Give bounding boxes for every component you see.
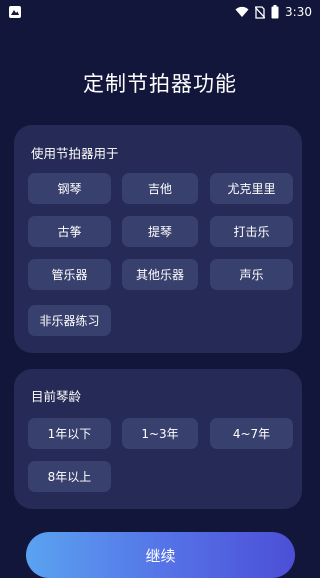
experience-card: 目前琴龄 1年以下 1~3年 4~7年 8年以上 xyxy=(14,369,302,509)
option-wind-instrument[interactable]: 管乐器 xyxy=(28,259,111,290)
continue-button[interactable]: 继续 xyxy=(26,532,295,578)
experience-section-label: 目前琴龄 xyxy=(31,389,82,404)
usage-card: 使用节拍器用于 钢琴 吉他 尤克里里 古筝 提琴 打击乐 管乐器 其他乐器 声乐… xyxy=(14,125,302,353)
status-time: 3:30 xyxy=(285,5,312,19)
option-guzheng[interactable]: 古筝 xyxy=(28,216,111,247)
battery-icon xyxy=(271,5,279,19)
option-vocal[interactable]: 声乐 xyxy=(210,259,293,290)
option-other-instrument[interactable]: 其他乐器 xyxy=(122,259,198,290)
usage-section-label: 使用节拍器用于 xyxy=(31,146,119,161)
page-title: 定制节拍器功能 xyxy=(83,72,237,96)
status-bar: 3:30 xyxy=(0,0,320,24)
option-violin[interactable]: 提琴 xyxy=(122,216,198,247)
app-notification-icon xyxy=(8,5,22,19)
option-1-3-years[interactable]: 1~3年 xyxy=(122,418,198,449)
option-4-7-years[interactable]: 4~7年 xyxy=(210,418,293,449)
no-sim-icon xyxy=(255,5,266,19)
wifi-icon xyxy=(235,6,249,18)
option-guitar[interactable]: 吉他 xyxy=(122,173,198,204)
option-over-8-years[interactable]: 8年以上 xyxy=(28,461,111,492)
option-under-1-year[interactable]: 1年以下 xyxy=(28,418,111,449)
option-ukulele[interactable]: 尤克里里 xyxy=(210,173,293,204)
option-non-instrument[interactable]: 非乐器练习 xyxy=(28,305,111,336)
option-percussion[interactable]: 打击乐 xyxy=(210,216,293,247)
option-piano[interactable]: 钢琴 xyxy=(28,173,111,204)
